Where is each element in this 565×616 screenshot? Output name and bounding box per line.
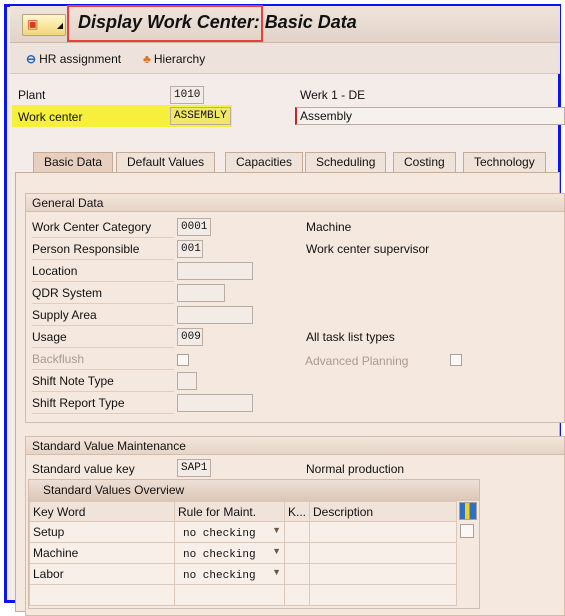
column-header[interactable]: K... (283, 501, 311, 522)
field-description: Machine (306, 220, 352, 234)
hierarchy-icon: ♣ (143, 52, 151, 66)
field-label: QDR System (32, 286, 174, 304)
tab-basic-data[interactable]: Basic Data (33, 152, 114, 172)
tab-technology[interactable]: Technology (463, 152, 546, 172)
menu-icon: ▣ (27, 17, 39, 31)
title-highlight (67, 5, 263, 42)
table-row (29, 584, 457, 606)
field-input[interactable]: 0001 (177, 218, 211, 236)
field-label: Location (32, 264, 174, 282)
field-label: Shift Report Type (32, 396, 174, 414)
field-input[interactable] (177, 262, 253, 280)
field-label: Shift Note Type (32, 374, 174, 392)
plant-label: Plant (18, 88, 46, 102)
field-label: Person Responsible (32, 242, 174, 260)
field-description: All task list types (306, 330, 395, 344)
standard-value-key-label: Standard value key (32, 462, 135, 476)
group-title: General Data (26, 194, 564, 212)
field-label: Backflush (32, 352, 174, 370)
select-all-checkbox[interactable] (460, 524, 474, 538)
field-input[interactable] (177, 394, 253, 412)
table-row: Labor no checking ▼ (29, 563, 457, 585)
rule-dropdown[interactable]: no checking ▼ (174, 542, 285, 564)
key-word-cell: Setup (29, 521, 175, 543)
backflush-checkbox[interactable] (177, 354, 189, 366)
hierarchy-button[interactable]: ♣ Hierarchy (143, 52, 205, 66)
key-word-cell: Machine (29, 542, 175, 564)
hr-assignment-button[interactable]: ⊖ HR assignment (26, 52, 121, 66)
work-center-label: Work center (18, 110, 83, 124)
tab-capacities[interactable]: Capacities (225, 152, 304, 172)
field-input[interactable]: 009 (177, 328, 203, 346)
field-input[interactable] (177, 284, 225, 302)
plant-field[interactable]: 1010 (170, 86, 204, 104)
dropdown-icon: ◢ (56, 21, 63, 30)
column-settings-icon[interactable] (459, 502, 477, 520)
dropdown-arrow-icon: ▼ (272, 524, 281, 535)
dropdown-arrow-icon: ▼ (272, 545, 281, 556)
field-label: Usage (32, 330, 174, 348)
field-label: Supply Area (32, 308, 174, 326)
field-input[interactable] (177, 306, 253, 324)
field-label: Work Center Category (32, 220, 174, 238)
rule-dropdown[interactable]: no checking ▼ (174, 563, 285, 585)
field-description: Work center supervisor (306, 242, 430, 256)
work-center-description-field[interactable]: Assembly (295, 107, 565, 125)
standard-values-table: Key Word Rule for Maint. K... Description S… (29, 501, 457, 606)
overview-title: Standard Values Overview (29, 480, 479, 501)
column-header[interactable]: Key Word (29, 501, 175, 522)
column-header[interactable]: Rule for Maint. (174, 501, 285, 522)
plant-description: Werk 1 - DE (300, 88, 366, 102)
standard-value-key-description: Normal production (306, 462, 405, 476)
standard-value-key-field[interactable]: SAP1 (177, 459, 211, 477)
table-row: Setup no checking ▼ (29, 521, 457, 543)
advanced-planning-label: Advanced Planning (305, 354, 409, 368)
link-icon: ⊖ (26, 52, 37, 66)
rule-dropdown[interactable]: no checking ▼ (174, 521, 285, 543)
tab-costing[interactable]: Costing (393, 152, 456, 172)
tab-scheduling[interactable]: Scheduling (305, 152, 387, 172)
table-row: Machine no checking ▼ (29, 542, 457, 564)
work-center-field[interactable]: ASSEMBLY (170, 107, 231, 125)
dropdown-arrow-icon: ▼ (272, 566, 281, 577)
field-input[interactable]: 001 (177, 240, 203, 258)
field-input[interactable] (177, 372, 197, 390)
menu-button[interactable]: ▣ ◢ (22, 14, 66, 36)
advanced-planning-checkbox[interactable] (450, 354, 462, 366)
tab-default-values[interactable]: Default Values (116, 152, 216, 172)
standard-values-overview: Standard Values Overview Key Word Rule fo… (28, 479, 480, 609)
key-word-cell: Labor (29, 563, 175, 585)
column-header[interactable]: Description (309, 501, 457, 522)
group-title: Standard Value Maintenance (26, 437, 564, 455)
